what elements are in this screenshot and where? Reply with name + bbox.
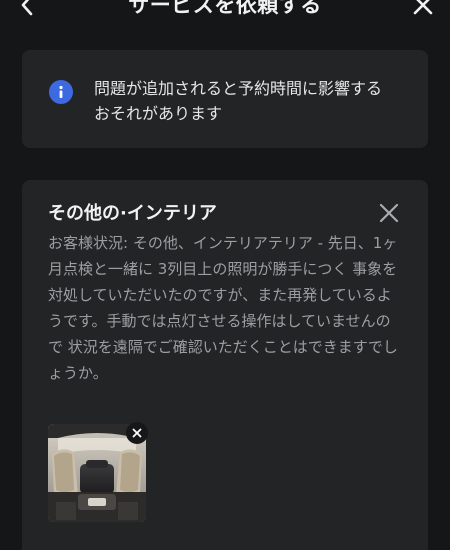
header-bar: サービスを依頼する — [0, 0, 450, 24]
page-title: サービスを依頼する — [128, 0, 322, 17]
remove-attachment-button[interactable] — [126, 422, 148, 444]
attachment — [48, 422, 148, 522]
close-icon — [413, 0, 433, 15]
info-icon — [49, 80, 73, 104]
close-icon — [379, 203, 399, 223]
close-button[interactable] — [408, 0, 438, 20]
info-notice: 問題が追加されると予約時間に影響するおそれがあります — [22, 50, 428, 148]
issue-card: その他の·インテリア お客様状況: その他、インテリアテリア - 先日、1ヶ月点… — [22, 180, 428, 550]
remove-issue-button[interactable] — [378, 202, 400, 224]
issue-title: その他の·インテリア — [48, 203, 217, 224]
issue-description: お客様状況: その他、インテリアテリア - 先日、1ヶ月点検と一緒に 3列目上の… — [48, 234, 398, 382]
close-icon — [132, 428, 142, 438]
service-request-screen: サービスを依頼する 問題が追加されると予約時間に影響するおそれがあります その他… — [0, 0, 450, 550]
notice-text: 問題が追加されると予約時間に影響するおそれがあります — [94, 79, 383, 123]
